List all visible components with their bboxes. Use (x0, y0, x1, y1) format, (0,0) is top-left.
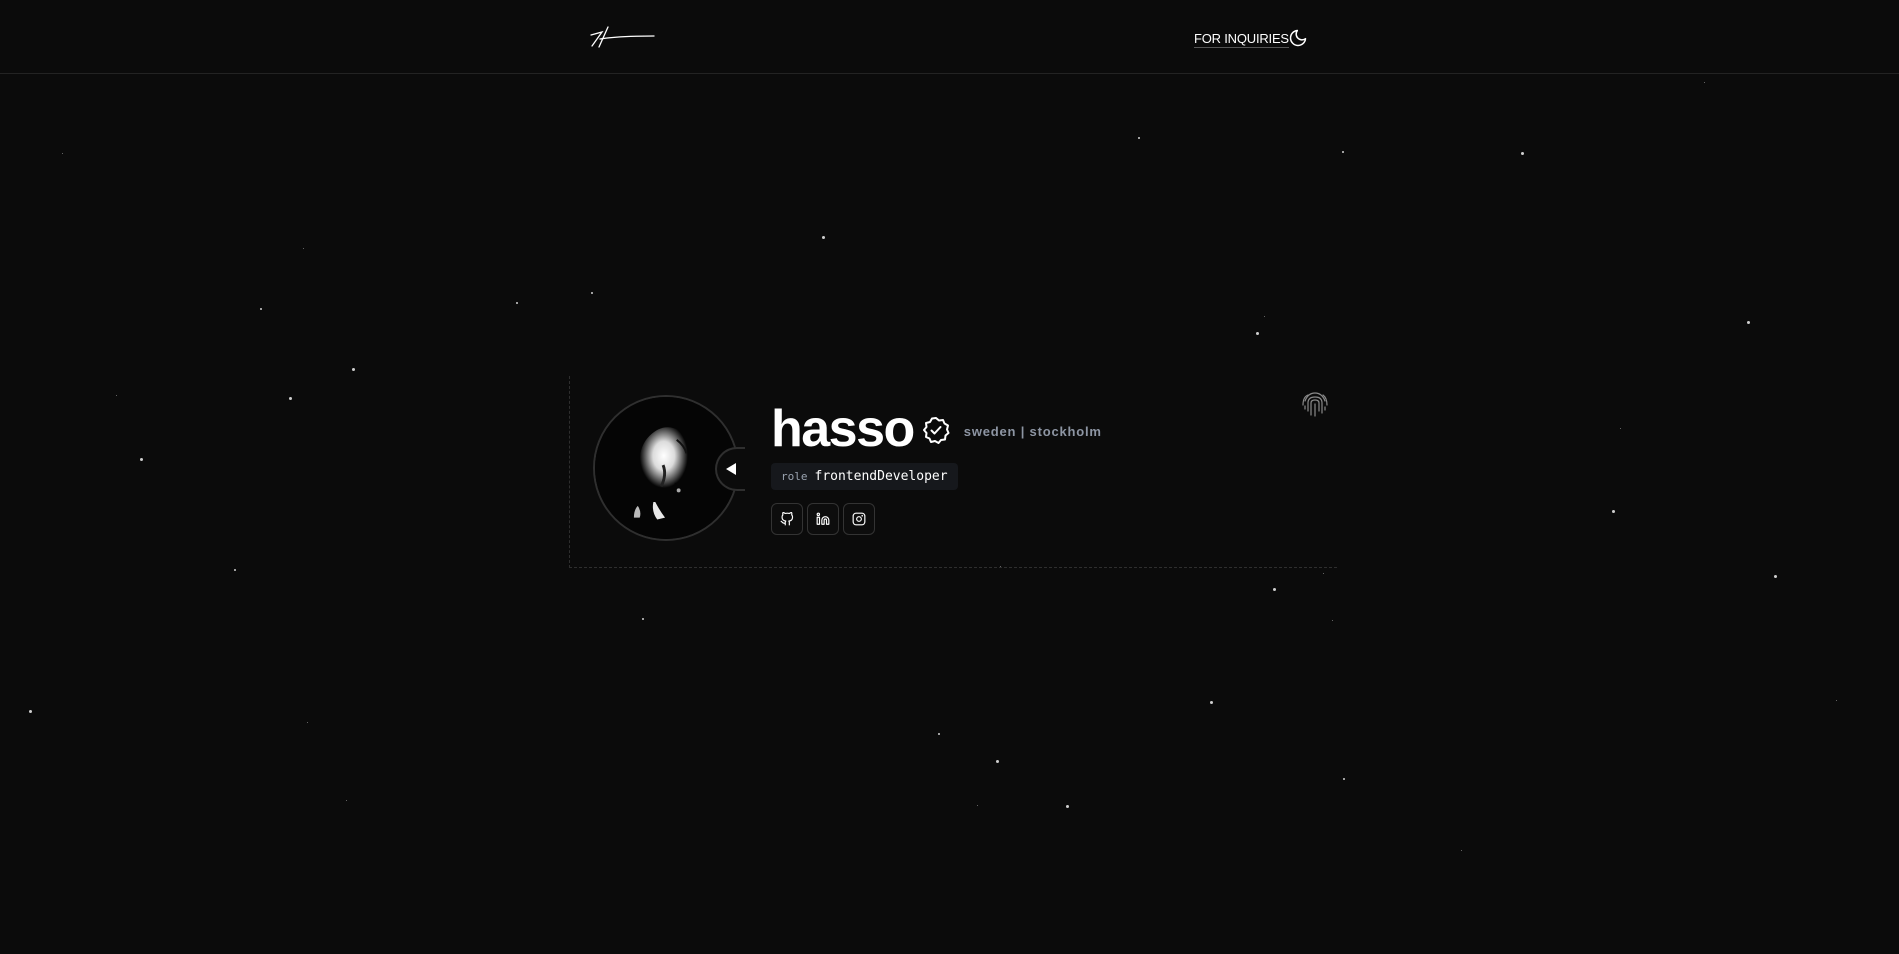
social-links (771, 503, 875, 535)
github-button[interactable] (771, 503, 803, 535)
role-chip: role frontendDeveloper (771, 463, 958, 490)
page: FOR INQUIRIES hasso sweden | stockholm r… (0, 0, 1899, 954)
role-key: role (781, 470, 808, 483)
linkedin-button[interactable] (807, 503, 839, 535)
profile-card: hasso sweden | stockholm role frontendDe… (569, 376, 1337, 568)
top-navbar: FOR INQUIRIES (0, 0, 1899, 74)
for-inquiries-link[interactable]: FOR INQUIRIES (1194, 31, 1289, 48)
role-value: frontendDeveloper (814, 469, 948, 484)
moon-icon[interactable] (1288, 28, 1308, 48)
fingerprint-icon[interactable] (1300, 389, 1330, 419)
instagram-button[interactable] (843, 503, 875, 535)
profile-name: hasso (771, 400, 915, 458)
instagram-icon (852, 512, 866, 526)
verified-badge-icon (922, 417, 950, 444)
name-row: hasso sweden | stockholm (771, 403, 1102, 455)
signature-logo-icon[interactable] (588, 24, 656, 50)
play-left-icon (726, 463, 736, 475)
linkedin-icon (816, 512, 830, 525)
github-icon (780, 512, 794, 526)
location-text: sweden | stockholm (963, 423, 1102, 439)
